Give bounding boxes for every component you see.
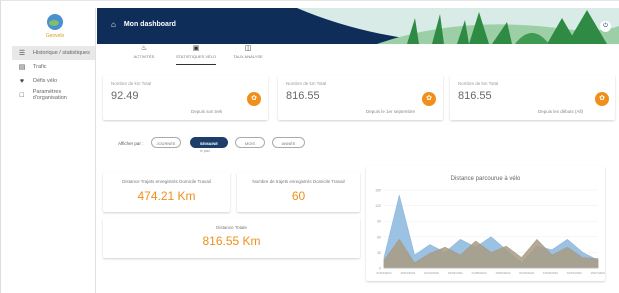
x-tick-label: 01/03/2022 xyxy=(376,271,391,275)
calendar-icon: ◫ xyxy=(244,45,252,52)
summary-label: Distance Totale xyxy=(216,225,247,230)
chart-card: Distance parcourue à vélo 0 30 60 90 120 150 0… xyxy=(366,166,605,281)
summary-value: 474.21 Km xyxy=(137,189,196,203)
y-tick-label: 60 xyxy=(377,235,381,239)
sidebar-item-challenges[interactable]: ♥ Défis vélo xyxy=(12,74,95,88)
stat-label: Nombre de km Total xyxy=(458,81,499,86)
tab-label: TAUX ANALYSE xyxy=(233,54,263,59)
stat-value: 816.55 xyxy=(286,90,320,102)
tab-activities[interactable]: ♨ ACTIVITÉS xyxy=(118,43,170,65)
tab-label: STATISTIQUES VÉLO xyxy=(175,54,217,59)
sidebar-item-label: Trafic xyxy=(33,64,47,70)
filter-label: Afficher par : xyxy=(118,141,144,146)
sidebar-item-label: Paramètres d'organisation xyxy=(32,89,67,101)
x-tick-label: 01/07/2022 xyxy=(567,271,582,275)
y-tick-label: 30 xyxy=(377,251,381,255)
bike-action-icon[interactable]: ✿ xyxy=(595,92,609,106)
home-icon[interactable]: ⌂ xyxy=(111,20,116,29)
summary-label: Nombre de trajets enregistrés Domicile T… xyxy=(252,179,345,184)
list-icon: ☰ xyxy=(18,50,26,57)
brand-name: Geovelo xyxy=(45,33,65,39)
tab-bar: ♨ ACTIVITÉS ▣ STATISTIQUES VÉLO ◫ TAUX A… xyxy=(118,43,274,65)
stat-value: 816.55 xyxy=(458,90,492,102)
summary-label: Distance Trajets enregistrés Domicile Tr… xyxy=(122,179,211,184)
stat-sub: Depuis son trek xyxy=(191,109,223,114)
stat-label: Nombre de km Total xyxy=(111,81,152,86)
tab-bike-stats[interactable]: ▣ STATISTIQUES VÉLO xyxy=(170,43,222,65)
summary-value: 60 xyxy=(291,189,306,203)
filter-note: le plan xyxy=(200,149,211,153)
sidebar-item-label: Historique / statistiques xyxy=(33,50,90,56)
sidebar-item-traffic[interactable]: ▤ Trafic xyxy=(12,60,95,74)
tab-analysis[interactable]: ◫ TAUX ANALYSE xyxy=(222,43,274,65)
tab-label: ACTIVITÉS xyxy=(133,54,155,59)
doc-icon: □ xyxy=(19,91,24,99)
filter-week-button[interactable]: SEMAINE xyxy=(190,137,228,148)
summary-card-total: Distance Totale 816.55 Km xyxy=(103,218,360,258)
filter-year-button[interactable]: ANNÉE xyxy=(272,137,305,148)
y-tick-label: 90 xyxy=(377,220,381,224)
y-tick-label: 0 xyxy=(379,267,381,271)
summary-card-distance: Distance Trajets enregistrés Domicile Tr… xyxy=(103,172,230,212)
page-title-text: Mon dashboard xyxy=(123,21,176,28)
y-tick-label: 150 xyxy=(375,189,381,193)
stat-sub: Depuis le 1er septembre xyxy=(366,109,416,114)
trophy-icon: ♥ xyxy=(19,77,25,85)
user-avatar[interactable]: ⏻ xyxy=(600,21,611,32)
distance-chart: 0 30 60 90 120 150 01/03/2022 15/03/2022 01/04/2… xyxy=(375,189,605,276)
header-landscape-decoration xyxy=(257,8,619,44)
x-tick-label: 15/03/2022 xyxy=(400,271,415,275)
sidebar-item-settings[interactable]: □ Paramètres d'organisation xyxy=(12,88,95,102)
geovelo-logo[interactable]: Geovelo xyxy=(44,14,66,44)
stats-icon: ▣ xyxy=(192,45,200,52)
top-header: ⌂ Mon dashboard ⏻ xyxy=(97,8,619,44)
sidebar-item-history[interactable]: ☰ Historique / statistiques xyxy=(12,46,95,60)
file-icon: ▤ xyxy=(18,64,26,71)
x-tick-label: 15/04/2022 xyxy=(448,271,463,275)
x-tick-label: 01/04/2022 xyxy=(424,271,439,275)
stat-value: 92.49 xyxy=(111,90,139,102)
filter-day-button[interactable]: JOURNÉE xyxy=(151,137,181,148)
stat-card-1: Nombre de km Total 92.49 Depuis son trek… xyxy=(103,75,268,120)
sidebar: Geovelo ☰ Historique / statistiques ▤ Tr… xyxy=(12,8,96,293)
x-tick-label: 15/06/2022 xyxy=(543,271,558,275)
stat-label: Nombre de km Total xyxy=(286,81,327,86)
x-tick-label: 15/05/2022 xyxy=(495,271,510,275)
bike-action-icon[interactable]: ✿ xyxy=(247,92,261,106)
sidebar-item-label: Défis vélo xyxy=(33,78,58,84)
x-tick-label: 01/06/2022 xyxy=(519,271,534,275)
page-title: ⌂ Mon dashboard xyxy=(111,20,176,29)
sidebar-menu: ☰ Historique / statistiques ▤ Trafic ♥ D… xyxy=(12,46,95,102)
summary-value: 816.55 Km xyxy=(202,234,261,248)
summary-card-trips: Nombre de trajets enregistrés Domicile T… xyxy=(237,172,360,212)
filter-month-button[interactable]: MOIS xyxy=(235,137,265,148)
stat-sub: Depuis les débuts (All) xyxy=(538,109,584,114)
y-tick-label: 120 xyxy=(375,204,381,208)
stat-card-3: Nombre de km Total 816.55 Depuis les déb… xyxy=(450,75,615,120)
bike-icon: ♨ xyxy=(140,45,148,52)
x-tick-label: 01/05/2022 xyxy=(472,271,487,275)
bike-action-icon[interactable]: ✿ xyxy=(422,92,436,106)
x-tick-label: 15/07/2022 xyxy=(590,271,605,275)
stat-card-2: Nombre de km Total 816.55 Depuis le 1er … xyxy=(278,75,443,120)
